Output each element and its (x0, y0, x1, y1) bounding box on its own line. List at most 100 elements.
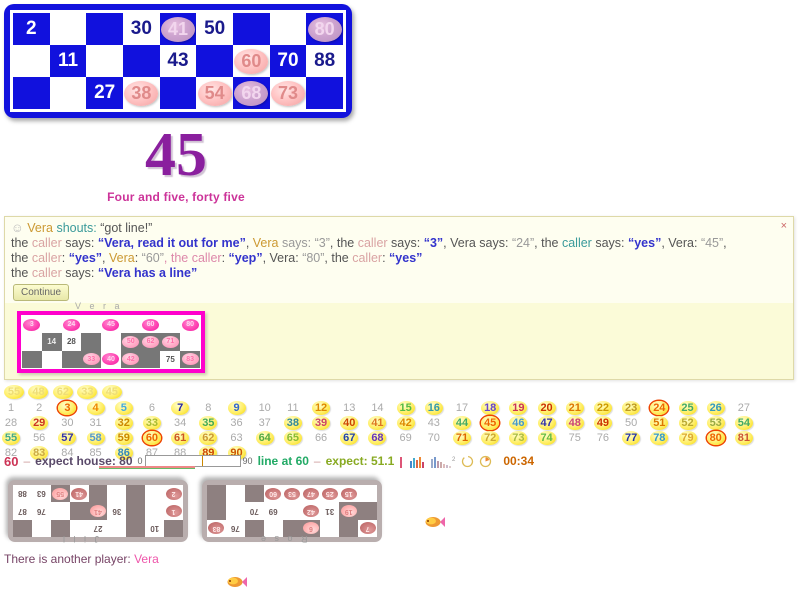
player-card-cell[interactable]: 27 (86, 77, 123, 109)
board-number-80[interactable]: 80 (706, 431, 725, 445)
board-number-79[interactable]: 79 (678, 431, 697, 445)
player-card-cell[interactable]: 41 (159, 13, 197, 45)
player-card-cell[interactable] (159, 77, 197, 109)
board-number-78[interactable]: 78 (650, 431, 669, 445)
chat-segment: “yes” (68, 251, 103, 265)
board-number-75[interactable]: 75 (566, 431, 584, 445)
vera-card-cell (81, 316, 101, 333)
player-card-cell[interactable]: 30 (123, 13, 160, 45)
player-card-cell[interactable] (270, 13, 307, 45)
board-number-71[interactable]: 71 (453, 431, 471, 445)
recent-call-ball[interactable]: 45 (101, 385, 122, 399)
player-card-cell[interactable]: 80 (306, 13, 343, 45)
board-number-67[interactable]: 67 (340, 431, 359, 445)
recent-call-ball[interactable]: 48 (28, 385, 49, 399)
recent-call-ball[interactable]: 62 (52, 385, 73, 399)
player-card-cell[interactable]: 68 (233, 77, 270, 109)
chat-segment: “3” (314, 236, 330, 250)
opponent-card-cell: 10 (145, 519, 165, 537)
board-number-72[interactable]: 72 (481, 431, 500, 445)
board-number-70[interactable]: 70 (425, 431, 443, 445)
player-card-cell[interactable] (86, 45, 123, 77)
chat-segment: says: (591, 236, 628, 250)
opponent-card-cell (51, 502, 70, 519)
opponent-card-cell (107, 485, 126, 502)
vera-card-cell: 50 (120, 333, 141, 351)
player-card-cell[interactable] (306, 77, 343, 109)
player-card-cell[interactable] (196, 45, 233, 77)
opponent-card-cell: 70 (244, 502, 264, 520)
player-card-cell[interactable]: 54 (196, 77, 233, 109)
opponent-card-cell: 2 (164, 485, 183, 502)
clock-icon[interactable] (461, 455, 474, 468)
player-card-cell[interactable] (50, 77, 87, 109)
close-icon[interactable]: × (781, 220, 787, 232)
vera-card-cell (81, 333, 102, 351)
fish-icon[interactable] (424, 514, 446, 535)
player-card-cell[interactable]: 88 (306, 45, 343, 77)
player-card-cell[interactable]: 70 (269, 45, 307, 77)
player-card-cell[interactable] (13, 77, 50, 109)
board-number-66[interactable]: 66 (312, 431, 330, 445)
player-card-cell[interactable]: 50 (196, 13, 233, 45)
opponent-card-cell (226, 502, 245, 519)
player-bingo-card[interactable]: 2 30 41 50 80 11 43 60 70 88 27 38 54 68 73 (4, 4, 352, 118)
bar-chart-wide-icon[interactable]: 2 (430, 455, 456, 468)
chat-segment: “3” (423, 236, 444, 250)
board-number-74[interactable]: 74 (537, 431, 556, 445)
marked-number: 42 (302, 505, 319, 518)
opponent-card-jill[interactable]: 10 27 1 36 41 76 87 2 41 55 63 88 (8, 480, 188, 542)
board-number-73[interactable]: 73 (509, 431, 528, 445)
player-card-cell[interactable]: 73 (270, 77, 307, 109)
opponent-card-rose[interactable]: 7 6 76 83 19 31 42 69 70 15 25 47 53 60 (202, 480, 382, 542)
recent-call-ball[interactable]: 33 (77, 385, 98, 399)
player-card-cell[interactable] (233, 13, 270, 45)
vera-card-cell (42, 316, 62, 333)
player-card-cell[interactable] (13, 45, 50, 77)
marked-number: 83 (181, 353, 199, 366)
chat-segment: caller (561, 236, 592, 250)
vera-card-cell: 75 (160, 350, 181, 368)
marked-number: 24 (62, 318, 80, 331)
chat-segment: caller (31, 236, 62, 250)
vera-card-cell: 71 (160, 333, 181, 351)
board-row: 28 29 30 31 32 33 34 35 36 37 38 39 40 41 42 43 44 45 46 47… (2, 413, 800, 430)
board-number-76[interactable]: 76 (594, 431, 612, 445)
opponent-card-cell: 19 (339, 502, 359, 520)
vera-card-cell: 40 (101, 351, 121, 368)
vera-card-cell: 45 (101, 316, 121, 333)
marked-number: 45 (102, 318, 120, 331)
called-number-value: 45 (145, 121, 207, 189)
board-number-68[interactable]: 68 (368, 431, 387, 445)
called-number-words: Four and five, forty five (107, 190, 245, 204)
board-number-65[interactable]: 65 (283, 431, 302, 445)
board-number-81[interactable]: 81 (734, 431, 753, 445)
player-card-cell[interactable] (86, 13, 123, 45)
opponent-card-cell: 88 (13, 485, 32, 503)
player-card-cell[interactable]: 2 (13, 13, 50, 45)
progress-bar-marker (201, 456, 203, 466)
bar-chart-medium-icon[interactable] (409, 455, 425, 468)
opponent-card-cell: 63 (31, 485, 51, 503)
bar-chart-small-icon[interactable] (399, 455, 404, 468)
player-card-cell[interactable]: 38 (123, 77, 160, 109)
vera-card-cell (140, 350, 161, 368)
player-card-cell[interactable] (50, 13, 87, 45)
board-number-64[interactable]: 64 (255, 431, 274, 445)
player-card-cell[interactable]: 60 (233, 45, 270, 77)
board-number-69[interactable]: 69 (397, 431, 415, 445)
board-number-77[interactable]: 77 (622, 431, 641, 445)
player-card-cell[interactable]: 43 (159, 45, 197, 77)
player-card-cell[interactable]: 11 (49, 45, 87, 77)
fish-icon[interactable] (226, 574, 248, 595)
clock-filled-icon[interactable] (479, 455, 492, 468)
vera-bingo-card[interactable]: 3 24 45 60 80 14 28 50 62 71 33 40 42 75 83 (17, 311, 205, 373)
recent-call-ball[interactable]: 55 (4, 385, 24, 399)
marked-number: 60 (234, 48, 269, 74)
opponent-card-cell (358, 485, 377, 502)
marked-number: 54 (197, 80, 232, 106)
opponent-card-cell: 87 (13, 502, 32, 520)
player-card-cell[interactable] (123, 45, 160, 77)
opponent-card-cell: 76 (225, 519, 245, 537)
continue-button[interactable]: Continue (13, 284, 70, 301)
